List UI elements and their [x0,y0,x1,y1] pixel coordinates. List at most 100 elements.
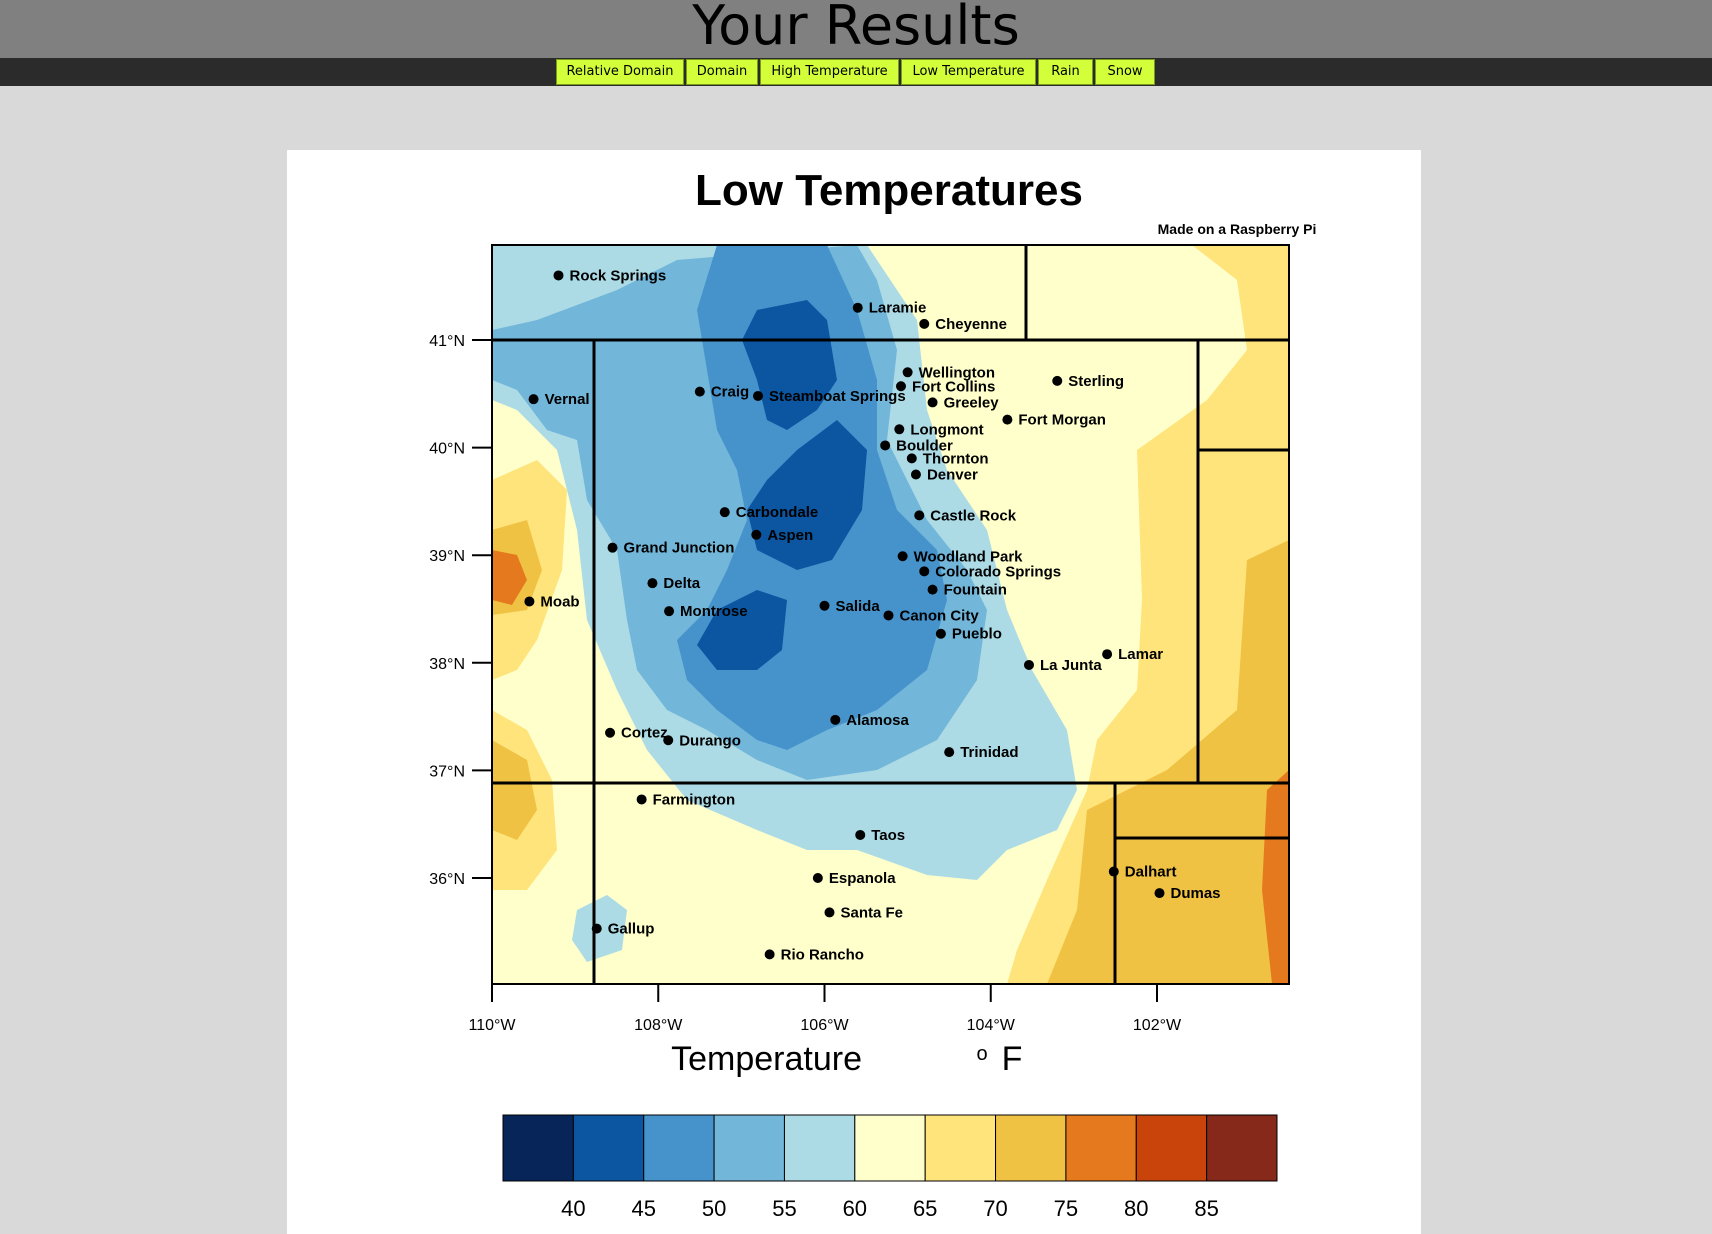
city-dot-carbondale [719,507,730,518]
city-label-longmont: Longmont [910,421,983,438]
colorbar-swatch [713,1114,785,1182]
temperature-unit: F [1002,1040,1023,1078]
city-dot-grand-junction [607,542,618,553]
city-dot-rio-rancho [764,949,775,960]
lat-label: 36°N [429,871,465,888]
city-label-rock-springs: Rock Springs [570,267,667,284]
colorbar-swatch [1206,1114,1278,1182]
colorbar-label: 80 [1124,1196,1148,1221]
city-label-alamosa: Alamosa [846,712,909,729]
lat-label: 39°N [429,548,465,565]
city-label-farmington: Farmington [653,791,736,808]
map-figure: Low Temperatures Made on a Raspberry Pi [287,150,1421,1234]
lat-label: 41°N [429,333,465,350]
city-dot-trinidad [944,747,955,758]
temperature-axis-label: Temperature [671,1040,862,1078]
colorbar-swatch [502,1114,574,1182]
city-label-dumas: Dumas [1170,885,1220,902]
city-dot-cheyenne [919,318,930,329]
colorbar-swatch [1135,1114,1208,1182]
city-label-pueblo: Pueblo [952,626,1002,643]
city-label-dalhart: Dalhart [1125,864,1177,881]
city-dot-dumas [1154,888,1165,899]
city-dot-longmont [894,424,905,435]
lon-label: 106°W [800,1017,849,1034]
city-dot-thornton [906,453,917,464]
city-label-canon-city: Canon City [900,607,980,624]
latitude-axis: 41°N 40°N 39°N 38°N 37°N 36°N [429,333,492,888]
city-dot-alamosa [830,714,841,725]
city-dot-cortez [605,727,616,738]
temperature-unit-degree: o [976,1043,987,1065]
rain-button[interactable]: Rain [1038,59,1093,85]
city-dot-aspen [751,529,762,540]
colorbar-swatch [643,1114,715,1182]
city-label-rio-rancho: Rio Rancho [781,946,864,963]
colorbar-swatch [572,1114,645,1182]
longitude-axis: 110°W 108°W 106°W 104°W 102°W [468,984,1182,1034]
city-dot-greeley [927,397,938,408]
city-label-fort-collins: Fort Collins [912,378,995,395]
city-label-cortez: Cortez [621,725,668,742]
city-dot-wellington [902,367,913,378]
domain-button[interactable]: Domain [686,59,758,85]
city-dot-steamboat-springs [753,390,763,401]
colorbar-label: 85 [1194,1196,1218,1221]
city-label-salida: Salida [836,598,881,615]
city-label-fountain: Fountain [944,582,1007,599]
city-dot-la-junta [1023,659,1034,670]
city-dot-vernal [528,394,539,405]
colorbar-label: 40 [561,1196,585,1221]
city-label-carbondale: Carbondale [736,504,819,521]
colorbar-swatch [924,1114,997,1182]
lon-label: 108°W [634,1017,683,1034]
lat-label: 38°N [429,656,465,673]
city-label-steamboat-springs: Steamboat Springs [769,388,906,405]
city-label-laramie: Laramie [869,300,927,317]
colorbar-swatch [783,1114,856,1182]
relative-domain-button[interactable]: Relative Domain [556,59,684,85]
high-temperature-button[interactable]: High Temperature [760,59,899,85]
city-dot-dalhart [1108,866,1119,877]
city-label-lamar: Lamar [1118,646,1163,663]
city-label-taos: Taos [871,827,905,844]
city-dot-taos [855,829,866,840]
city-dot-santa-fe [824,907,835,918]
colorbar-swatch [854,1114,926,1182]
city-label-vernal: Vernal [545,391,590,408]
lon-label: 110°W [468,1017,516,1034]
city-dot-fountain [927,584,938,595]
city-label-thornton: Thornton [923,450,989,467]
city-dot-denver [910,469,921,480]
city-dot-montrose [664,606,675,617]
page-header: Your Results [0,0,1712,58]
city-dot-durango [663,735,674,746]
city-dot-rock-springs [553,270,564,281]
lat-label: 37°N [429,763,465,780]
city-label-durango: Durango [679,732,741,749]
city-dot-lamar [1102,649,1113,660]
lat-label: 40°N [429,441,465,458]
city-dot-delta [647,578,658,589]
city-label-santa-fe: Santa Fe [840,904,903,921]
low-temperature-button[interactable]: Low Temperature [901,59,1036,85]
lon-label: 102°W [1133,1017,1182,1034]
city-dot-craig [694,386,705,397]
city-label-craig: Craig [711,384,749,401]
snow-button[interactable]: Snow [1095,59,1155,85]
city-dot-moab [524,596,535,607]
city-label-moab: Moab [540,593,579,610]
city-label-sterling: Sterling [1068,373,1124,390]
city-label-colorado-springs: Colorado Springs [935,563,1061,580]
city-label-montrose: Montrose [680,603,748,620]
city-label-denver: Denver [927,467,978,484]
city-dot-espanola [812,873,823,883]
city-label-grand-junction: Grand Junction [624,540,735,557]
page-title: Your Results [692,0,1020,57]
colorbar-label: 60 [843,1196,867,1221]
city-dot-colorado-springs [919,566,930,577]
city-dot-laramie [852,302,863,313]
city-dot-pueblo [935,628,946,639]
city-dot-castle-rock [914,510,925,521]
colorbar-label: 50 [702,1196,726,1221]
